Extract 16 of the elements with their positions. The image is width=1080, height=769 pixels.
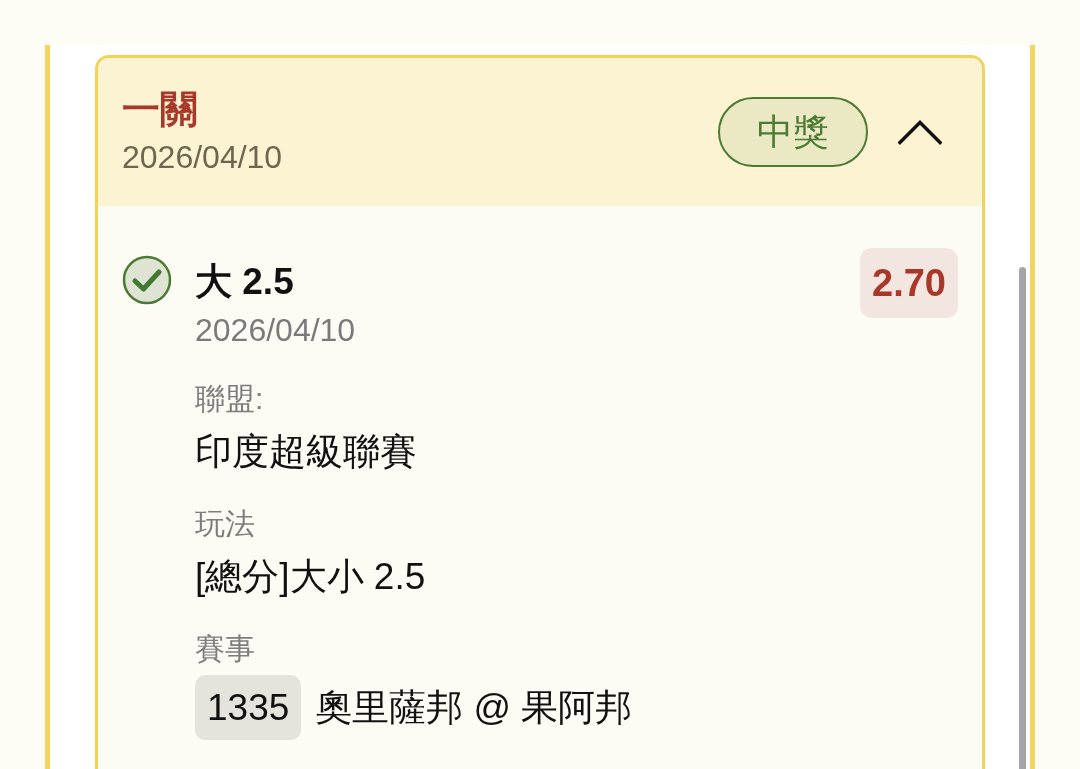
field-value: 印度超級聯賽 [195,430,418,474]
event-number-badge: 1335 [195,675,302,740]
card-header[interactable]: 一關 2026/04/10 中獎 [98,58,982,206]
match-teams: 奧里薩邦 @ 果阿邦 [315,685,633,730]
selection-pick: 大 2.5 [195,260,295,304]
field-label: 聯盟: [195,381,265,417]
card-date: 2026/04/10 [122,138,284,177]
field-label: 玩法 [195,506,256,542]
scrollbar-thumb[interactable] [1019,267,1026,769]
field-value: [總分]大小 2.5 [195,555,427,599]
selection-date: 2026/04/10 [195,311,357,350]
field-label: 賽事 [195,631,256,667]
odds-badge: 2.70 [860,248,958,318]
chevron-up-icon[interactable] [898,118,942,146]
status-badge: 中獎 [718,97,868,167]
card-title: 一關 [122,87,199,131]
